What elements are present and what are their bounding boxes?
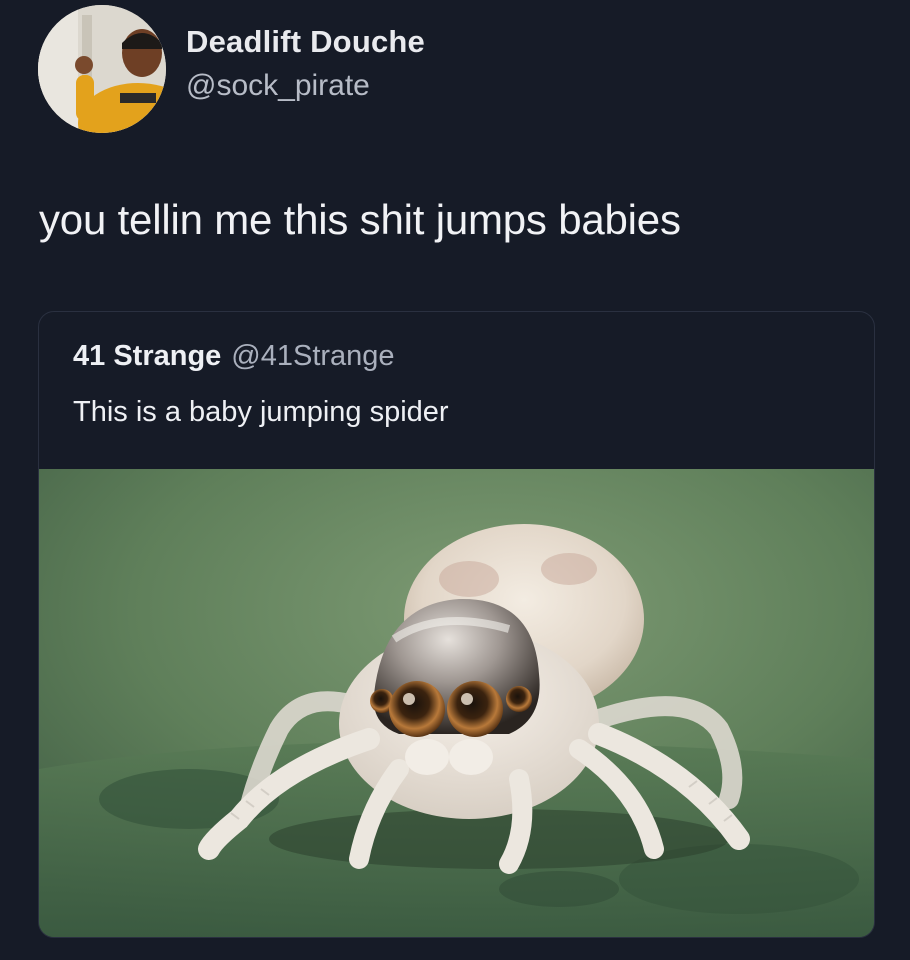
author-handle[interactable]: @sock_pirate: [186, 69, 370, 103]
quoted-tweet-text: This is a baby jumping spider: [73, 396, 449, 428]
tweet: Deadlift Douche @sock_pirate you tellin …: [0, 0, 910, 960]
tweet-text: you tellin me this shit jumps babies: [39, 196, 681, 243]
spider-photo[interactable]: [39, 469, 874, 937]
quoted-tweet-card[interactable]: 41 Strange @41Strange This is a baby jump…: [38, 311, 875, 938]
quoted-tweet-header: 41 Strange @41Strange: [73, 340, 395, 373]
quoted-handle: @41Strange: [231, 340, 395, 372]
author-display-name[interactable]: Deadlift Douche: [186, 24, 425, 60]
author-avatar[interactable]: [38, 5, 166, 133]
quoted-display-name: 41 Strange: [73, 340, 222, 372]
